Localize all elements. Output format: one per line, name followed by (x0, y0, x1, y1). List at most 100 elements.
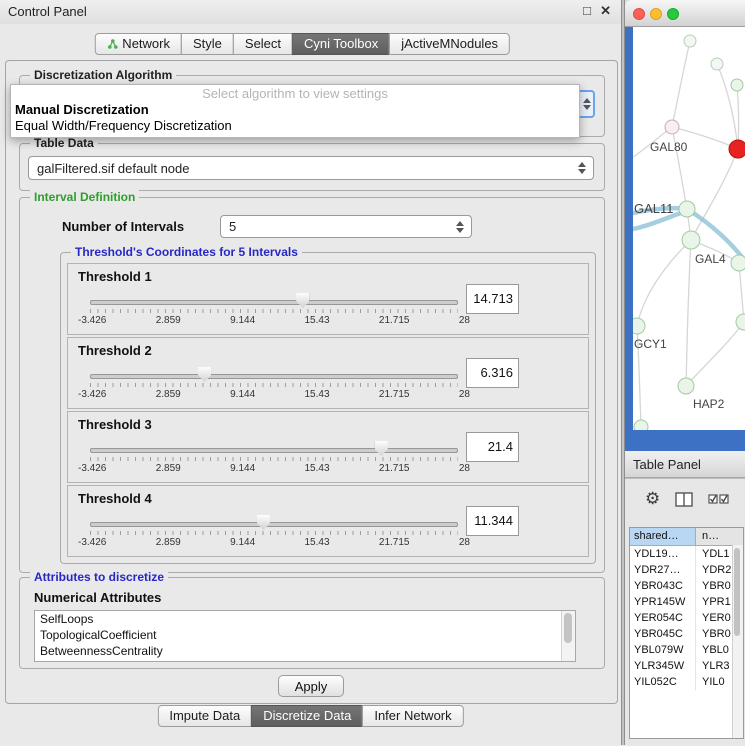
list-item[interactable]: TopologicalCoefficient (35, 627, 575, 643)
list-item[interactable]: SelfLoops (35, 611, 575, 627)
threshold-1-value[interactable]: 14.713 (466, 284, 519, 314)
zoom-traffic-light-icon[interactable] (667, 8, 679, 20)
tab-style[interactable]: Style (181, 33, 234, 55)
table-scrollbar[interactable] (732, 545, 743, 738)
settings-gear-icon[interactable]: ⚙ (645, 489, 660, 509)
scale-label: 9.144 (230, 463, 255, 474)
slider-track[interactable] (90, 300, 458, 305)
network-node-gal80[interactable] (665, 120, 679, 134)
group-title: Table Data (30, 136, 98, 150)
tab-infer-network[interactable]: Infer Network (362, 705, 463, 727)
threshold-1-slider[interactable]: -3.426 2.859 9.144 15.43 21.715 28 (90, 292, 458, 332)
list-item[interactable]: BetweennessCentrality (35, 643, 575, 659)
table-row[interactable]: YLR345WYLR3 (630, 658, 743, 674)
numerical-attributes-label: Numerical Attributes (34, 590, 161, 605)
slider-handle[interactable] (198, 367, 211, 382)
tab-jactivemnodules[interactable]: jActiveMNodules (389, 33, 510, 55)
cell[interactable]: YIL052C (630, 674, 696, 690)
scale-label: 9.144 (230, 389, 255, 400)
slider-track[interactable] (90, 374, 458, 379)
cell[interactable]: YBR045C (630, 626, 696, 642)
network-node[interactable] (711, 58, 723, 70)
dropdown-placeholder: Select algorithm to view settings (11, 85, 579, 102)
threshold-2-slider[interactable]: -3.426 2.859 9.144 15.43 21.715 28 (90, 366, 458, 406)
node-table: shared… n… YDL19…YDL1 YDR27…YDR2 YBR043C… (629, 527, 744, 739)
apply-button[interactable]: Apply (278, 675, 344, 697)
tab-select[interactable]: Select (233, 33, 293, 55)
table-row[interactable]: YIL052CYIL0 (630, 674, 743, 690)
tab-impute-data[interactable]: Impute Data (157, 705, 252, 727)
threshold-label: Threshold 2 (78, 343, 152, 358)
list-scrollbar[interactable] (561, 611, 575, 661)
slider-handle[interactable] (375, 441, 388, 456)
tab-discretize-data[interactable]: Discretize Data (251, 705, 363, 727)
table-row[interactable]: YBR045CYBR0 (630, 626, 743, 642)
table-row[interactable]: YDL19…YDL1 (630, 546, 743, 562)
cell[interactable]: YER054C (630, 610, 696, 626)
table-row[interactable]: YPR145WYPR1 (630, 594, 743, 610)
threshold-4-value[interactable]: 11.344 (466, 506, 519, 536)
number-of-intervals-select[interactable]: 5 (220, 215, 472, 238)
network-node-hap2[interactable] (678, 378, 694, 394)
cell[interactable]: YDL19… (630, 546, 696, 562)
dropdown-option-manual-discretization[interactable]: Manual Discretization (11, 102, 579, 118)
threshold-2-value[interactable]: 6.316 (466, 358, 519, 388)
threshold-3-slider[interactable]: -3.426 2.859 9.144 15.43 21.715 28 (90, 440, 458, 480)
threshold-4-slider[interactable]: -3.426 2.859 9.144 15.43 21.715 28 (90, 514, 458, 554)
number-of-intervals-value: 5 (229, 219, 236, 234)
table-row[interactable]: YBL079WYBL0 (630, 642, 743, 658)
columns-icon[interactable] (675, 492, 693, 507)
scale-label: -3.426 (78, 315, 106, 326)
network-node[interactable] (731, 79, 743, 91)
network-node-gal11[interactable] (679, 201, 695, 217)
scale-label: 9.144 (230, 537, 255, 548)
slider-track[interactable] (90, 448, 458, 453)
tab-network[interactable]: Network (94, 33, 182, 55)
cell[interactable]: YBR043C (630, 578, 696, 594)
threshold-1-row: Threshold 1 -3.426 2.859 9.144 15.43 21.… (67, 263, 589, 335)
column-header-shared-name[interactable]: shared… (630, 528, 696, 545)
slider-scale: -3.426 2.859 9.144 15.43 21.715 28 (78, 537, 470, 548)
column-header-name[interactable]: n… (696, 528, 743, 545)
table-row[interactable]: YDR27…YDR2 (630, 562, 743, 578)
network-node[interactable] (731, 255, 745, 271)
table-panel-header[interactable]: Table Panel (625, 451, 745, 478)
slider-handle[interactable] (257, 515, 270, 530)
network-window-titlebar[interactable] (625, 0, 745, 27)
cell[interactable]: YLR345W (630, 658, 696, 674)
network-node-gal4[interactable] (682, 231, 700, 249)
table-row[interactable]: YBR043CYBR0 (630, 578, 743, 594)
network-node[interactable] (684, 35, 696, 47)
table-toolbar: ⚙ (645, 489, 730, 509)
close-traffic-light-icon[interactable] (633, 8, 645, 20)
numerical-attributes-list[interactable]: SelfLoops TopologicalCoefficient Between… (34, 610, 576, 662)
network-node-selected-red[interactable] (729, 140, 745, 158)
dropdown-option-equal-width-frequency[interactable]: Equal Width/Frequency Discretization (11, 118, 579, 134)
network-node[interactable] (736, 314, 745, 330)
threshold-3-value[interactable]: 21.4 (466, 432, 519, 462)
scrollbar-thumb[interactable] (564, 613, 572, 643)
network-canvas[interactable]: GAL80 GAL11 GAL4 GCY1 HAP2 (633, 27, 745, 430)
cell[interactable]: YDR27… (630, 562, 696, 578)
scrollbar-thumb[interactable] (734, 548, 740, 636)
float-window-icon[interactable]: □ (583, 3, 591, 18)
threshold-label: Threshold 4 (78, 491, 152, 506)
cell[interactable]: YBL079W (630, 642, 696, 658)
scale-label: 2.859 (156, 389, 181, 400)
table-data-select[interactable]: galFiltered.sif default node (28, 156, 594, 180)
network-node[interactable] (634, 420, 648, 430)
tab-label: jActiveMNodules (401, 34, 498, 54)
slider-handle[interactable] (296, 293, 309, 308)
slider-scale: -3.426 2.859 9.144 15.43 21.715 28 (78, 463, 470, 474)
select-checkboxes-icon[interactable] (708, 492, 730, 506)
table-row[interactable]: YER054CYER0 (630, 610, 743, 626)
slider-track[interactable] (90, 522, 458, 527)
minimize-traffic-light-icon[interactable] (650, 8, 662, 20)
tab-cyni-toolbox[interactable]: Cyni Toolbox (292, 33, 390, 55)
interval-definition-group: Interval Definition Number of Intervals … (19, 197, 605, 573)
cell[interactable]: YPR145W (630, 594, 696, 610)
network-node-gcy1[interactable] (633, 318, 645, 334)
node-label: GCY1 (634, 337, 667, 351)
close-icon[interactable]: ✕ (600, 3, 611, 19)
scale-label: 2.859 (156, 463, 181, 474)
